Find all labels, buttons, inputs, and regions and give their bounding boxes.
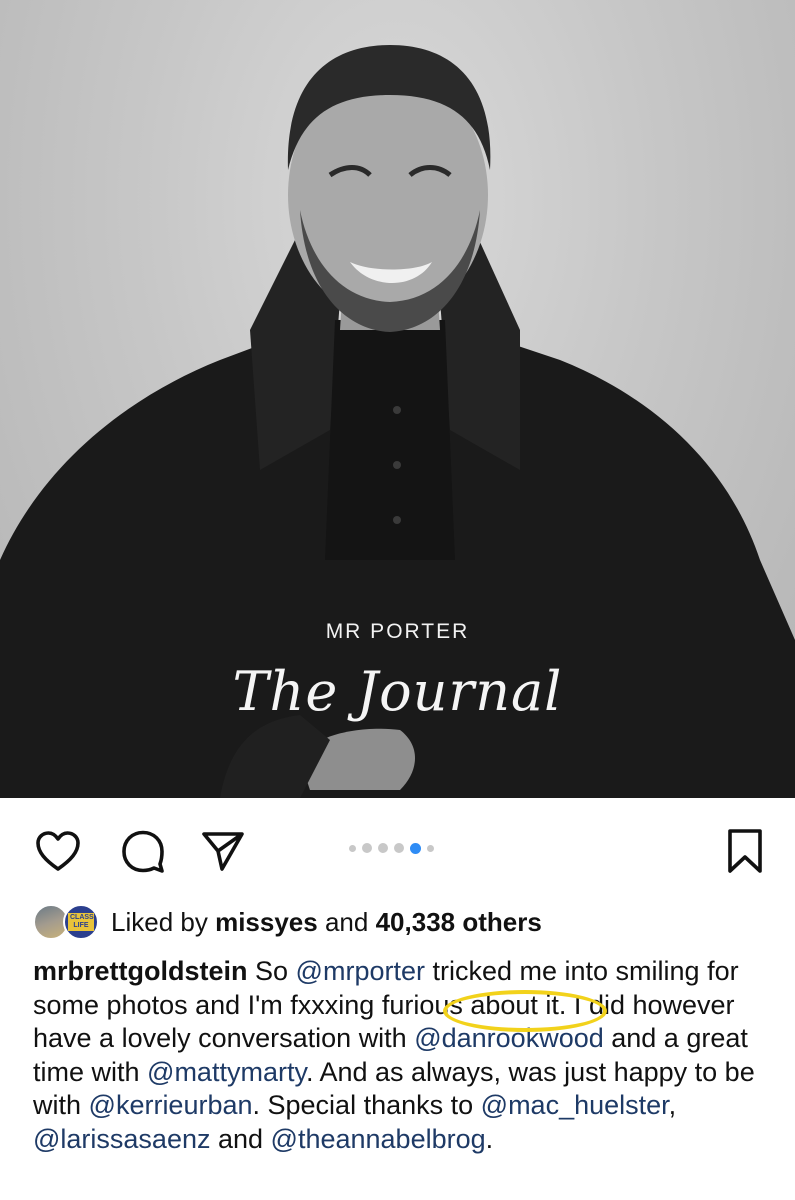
mention-link[interactable]: @mac_huelster	[481, 1090, 669, 1120]
carousel-dot	[427, 844, 434, 852]
brand-name: MR PORTER	[325, 620, 470, 643]
carousel-indicator	[349, 842, 434, 854]
liker-username[interactable]: missyes	[215, 907, 318, 937]
likes-count[interactable]: 40,338 others	[376, 907, 542, 937]
post-caption: mrbrettgoldstein So @mrporter tricked me…	[33, 955, 783, 1156]
likes-joiner: and	[324, 906, 369, 937]
carousel-dot	[378, 843, 388, 853]
like-button[interactable]	[33, 826, 83, 876]
bookmark-icon	[728, 829, 762, 873]
avatar: CLASSIC LIFE	[63, 904, 99, 940]
mention-link[interactable]: @theannabelbrog	[271, 1124, 486, 1154]
likes-text: Liked by missyes and 40,338 others	[111, 907, 542, 938]
comment-icon	[122, 830, 164, 873]
likes-summary[interactable]: CLASSIC LIFE Liked by missyes and 40,338…	[33, 900, 542, 944]
caption-username[interactable]: mrbrettgoldstein	[33, 956, 248, 986]
carousel-dot-active	[410, 842, 421, 854]
brand-script-title: The Journal	[232, 660, 563, 723]
mention-link[interactable]: @larissasaenz	[33, 1124, 210, 1154]
post-action-bar	[0, 798, 795, 898]
mention-link[interactable]: @danrookwood	[414, 1023, 604, 1053]
mention-link[interactable]: @kerrieurban	[89, 1090, 253, 1120]
carousel-dot	[362, 843, 372, 853]
likes-prefix: Liked by	[111, 906, 208, 937]
mention-link[interactable]: @mattymarty	[147, 1057, 306, 1087]
avatar-badge-text: CLASSIC LIFE	[68, 913, 99, 931]
caption-text: and	[210, 1123, 271, 1154]
caption-text: ,	[668, 1090, 677, 1120]
carousel-dot	[349, 844, 356, 852]
mention-link[interactable]: @mrporter	[296, 956, 425, 986]
share-button[interactable]	[198, 826, 248, 876]
share-icon	[202, 832, 244, 871]
heart-icon	[36, 831, 80, 871]
comment-button[interactable]	[118, 826, 168, 876]
caption-text: So	[247, 956, 296, 986]
post-photo[interactable]: MR PORTER The Journal	[0, 0, 795, 798]
liker-avatars: CLASSIC LIFE	[33, 902, 103, 942]
carousel-dot	[394, 843, 404, 853]
caption-text: .	[485, 1123, 494, 1154]
caption-text: . Special thanks to	[252, 1090, 481, 1120]
save-button[interactable]	[720, 826, 770, 876]
